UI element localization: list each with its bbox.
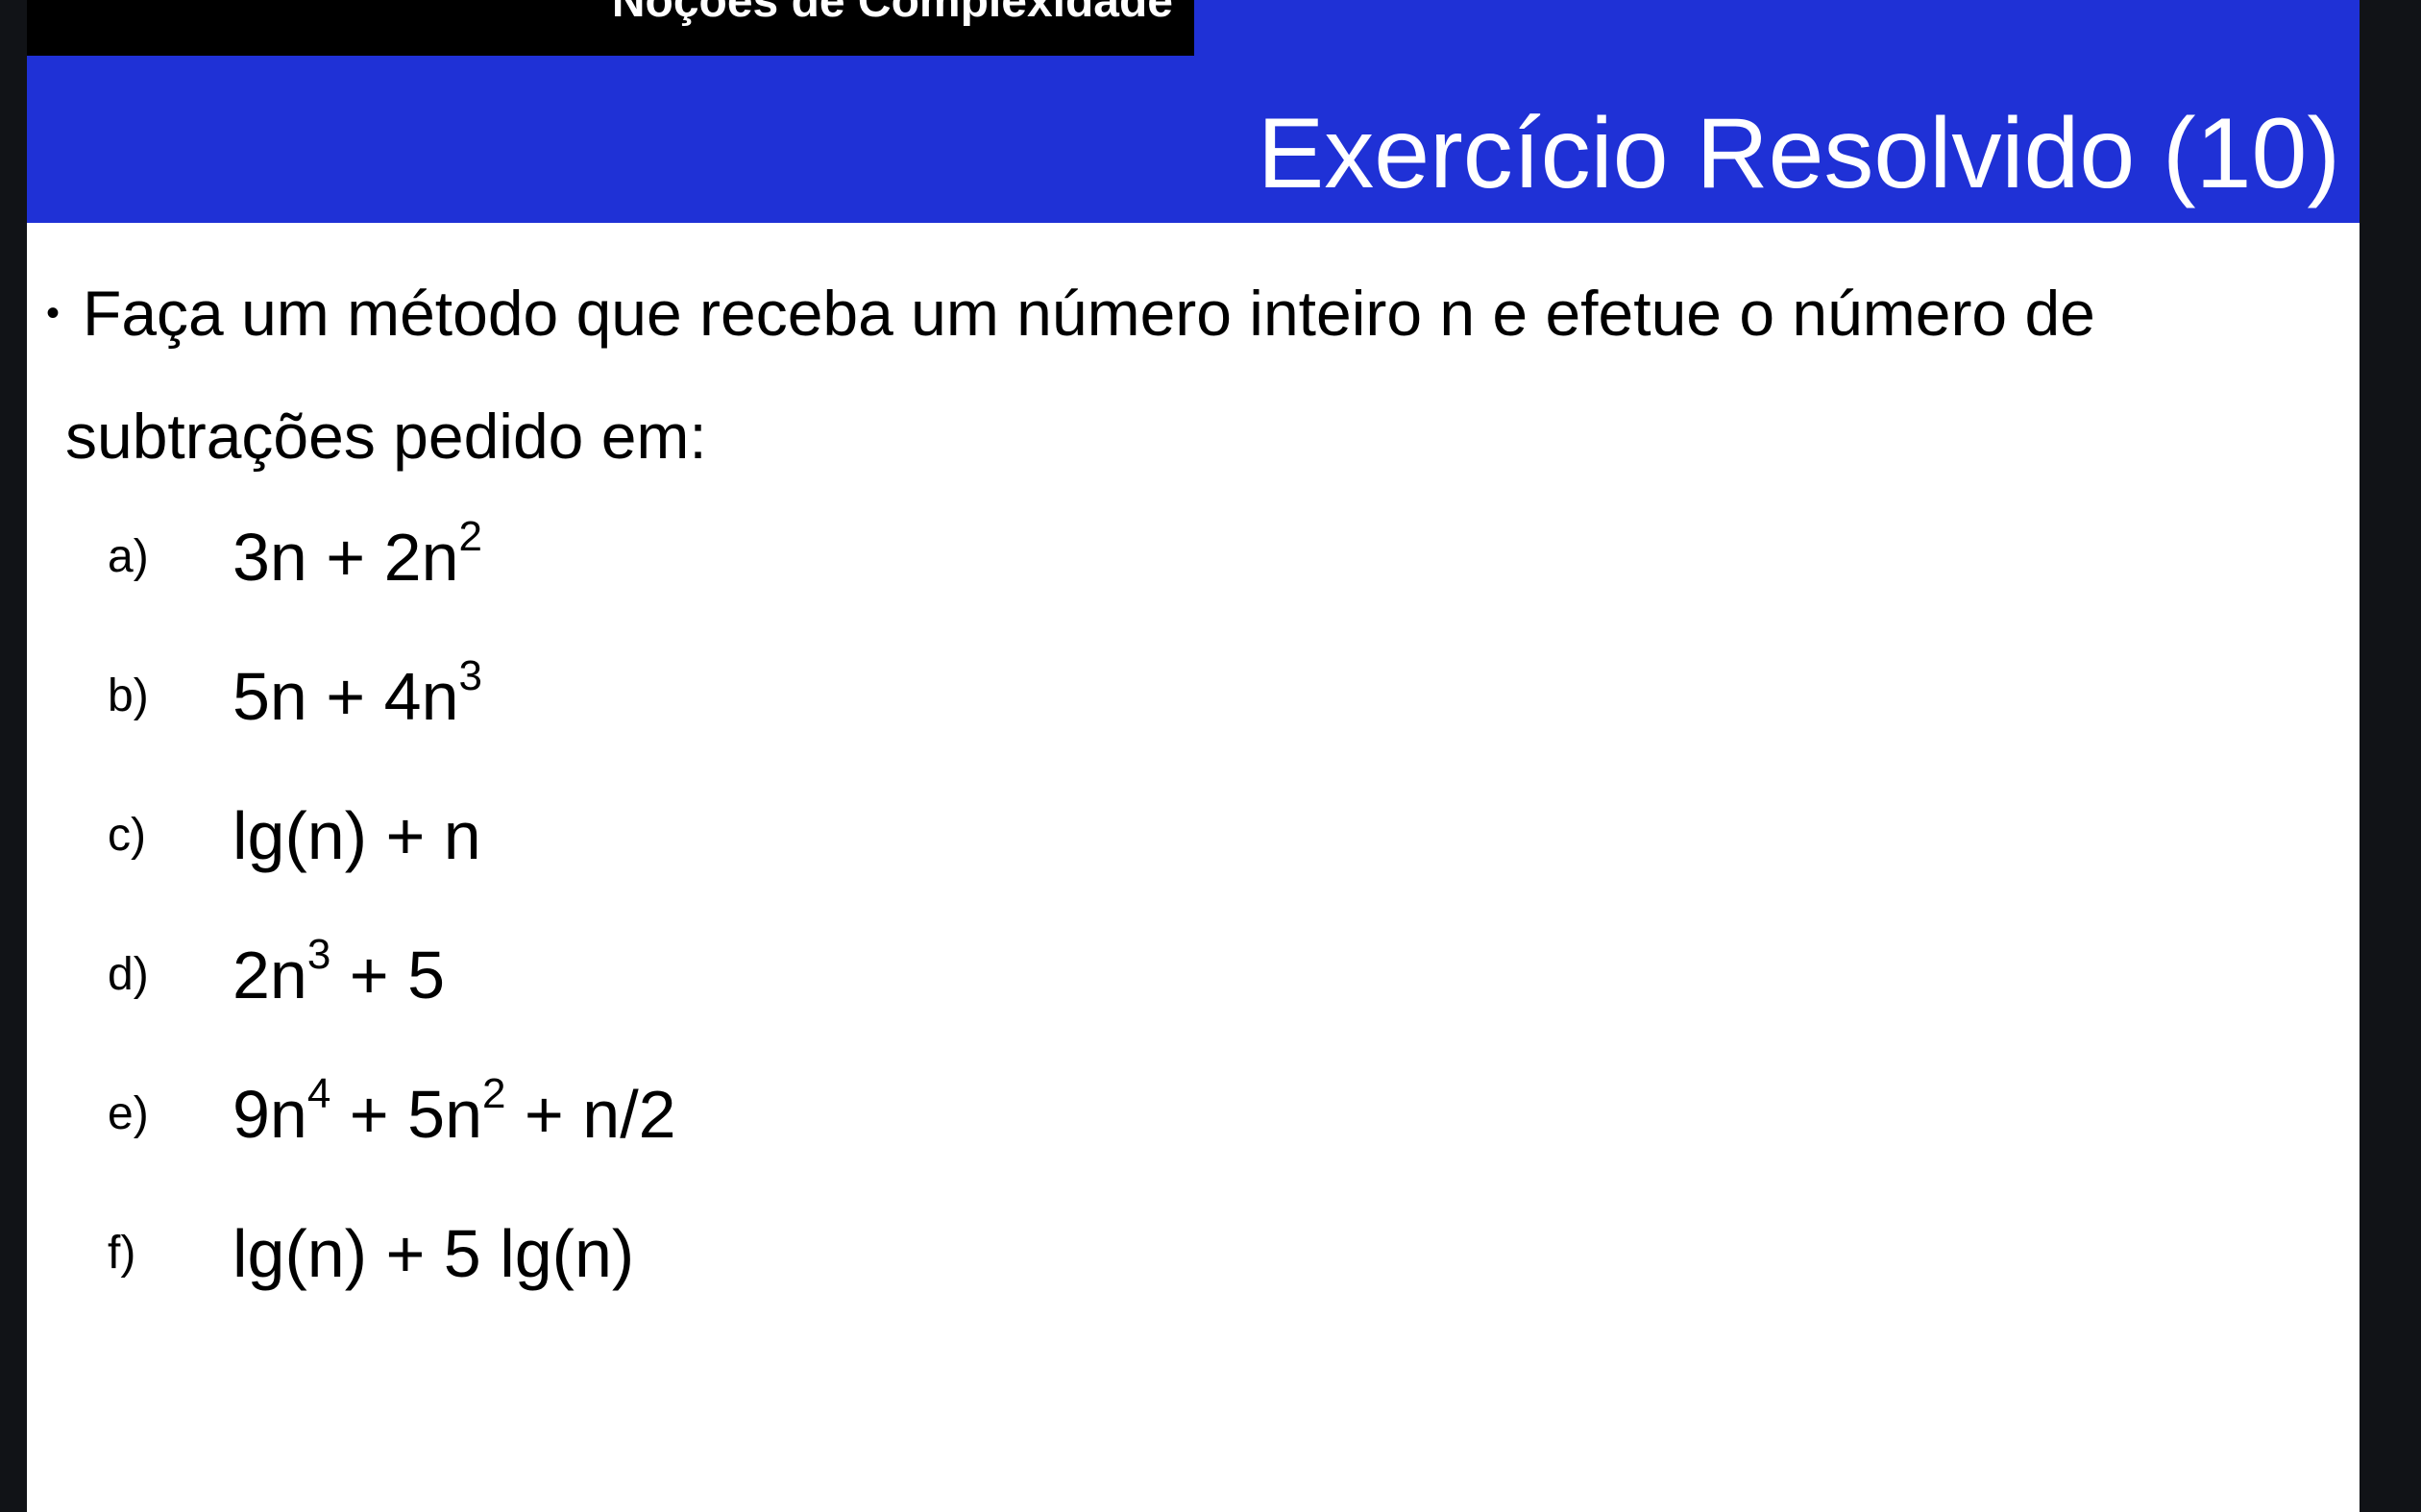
- expression-term: + n/2: [505, 1077, 676, 1152]
- item-letter: e): [108, 1088, 149, 1139]
- item-expression: 2n3 + 5: [232, 927, 445, 1023]
- exercise-item-b: b) 5n + 4n3: [79, 648, 1232, 744]
- item-letter: a): [108, 531, 149, 582]
- expression-term: 3n + 2n: [232, 520, 459, 595]
- expression-exponent: 4: [306, 1070, 331, 1118]
- expression-exponent: 2: [458, 513, 482, 561]
- section-tab-label: Noções de Complexidade: [611, 0, 1173, 27]
- expression-term: lg(n) + n: [232, 798, 481, 873]
- item-letter: c): [108, 810, 146, 861]
- item-letter: b): [108, 671, 149, 721]
- expression-term: 9n: [232, 1077, 307, 1152]
- item-letter: f): [108, 1228, 136, 1279]
- item-letter: d): [108, 949, 149, 1000]
- item-expression: 3n + 2n2: [232, 509, 482, 605]
- expression-exponent: 2: [482, 1070, 506, 1118]
- exercise-item-f: f) lg(n) + 5 lg(n): [79, 1206, 1232, 1302]
- item-expression: lg(n) + 5 lg(n): [232, 1206, 634, 1302]
- expression-term: + 5n: [330, 1077, 482, 1152]
- expression-term: lg(n) + 5 lg(n): [232, 1216, 635, 1291]
- expression-exponent: 3: [458, 652, 482, 700]
- expression-exponent: 3: [306, 931, 331, 979]
- section-tab: Noções de Complexidade: [27, 0, 1194, 56]
- item-expression: 9n4 + 5n2 + n/2: [232, 1066, 676, 1162]
- bullet-text-line-2: subtrações pedido em:: [65, 401, 707, 472]
- expression-term: 2n: [232, 938, 307, 1012]
- item-expression: 5n + 4n3: [232, 648, 482, 744]
- presentation-viewer: Noções de Complexidade Exercício Resolvi…: [0, 0, 2421, 1512]
- exercise-item-c: c) lg(n) + n: [79, 788, 1232, 884]
- slide-header-band: Noções de Complexidade Exercício Resolvi…: [27, 0, 2360, 223]
- bullet-dot-icon: •: [46, 292, 61, 334]
- bullet-text-line-1: Faça um método que receba um número inte…: [83, 278, 2095, 349]
- item-expression: lg(n) + n: [232, 788, 481, 884]
- exercise-item-a: a) 3n + 2n2: [79, 509, 1232, 605]
- exercise-item-d: d) 2n3 + 5: [79, 927, 1232, 1023]
- slide-title: Exercício Resolvido (10): [1257, 98, 2340, 209]
- slide: Noções de Complexidade Exercício Resolvi…: [27, 0, 2360, 1512]
- exercise-item-e: e) 9n4 + 5n2 + n/2: [79, 1066, 1232, 1162]
- expression-term: + 5: [330, 938, 446, 1012]
- expression-term: 5n + 4n: [232, 659, 459, 734]
